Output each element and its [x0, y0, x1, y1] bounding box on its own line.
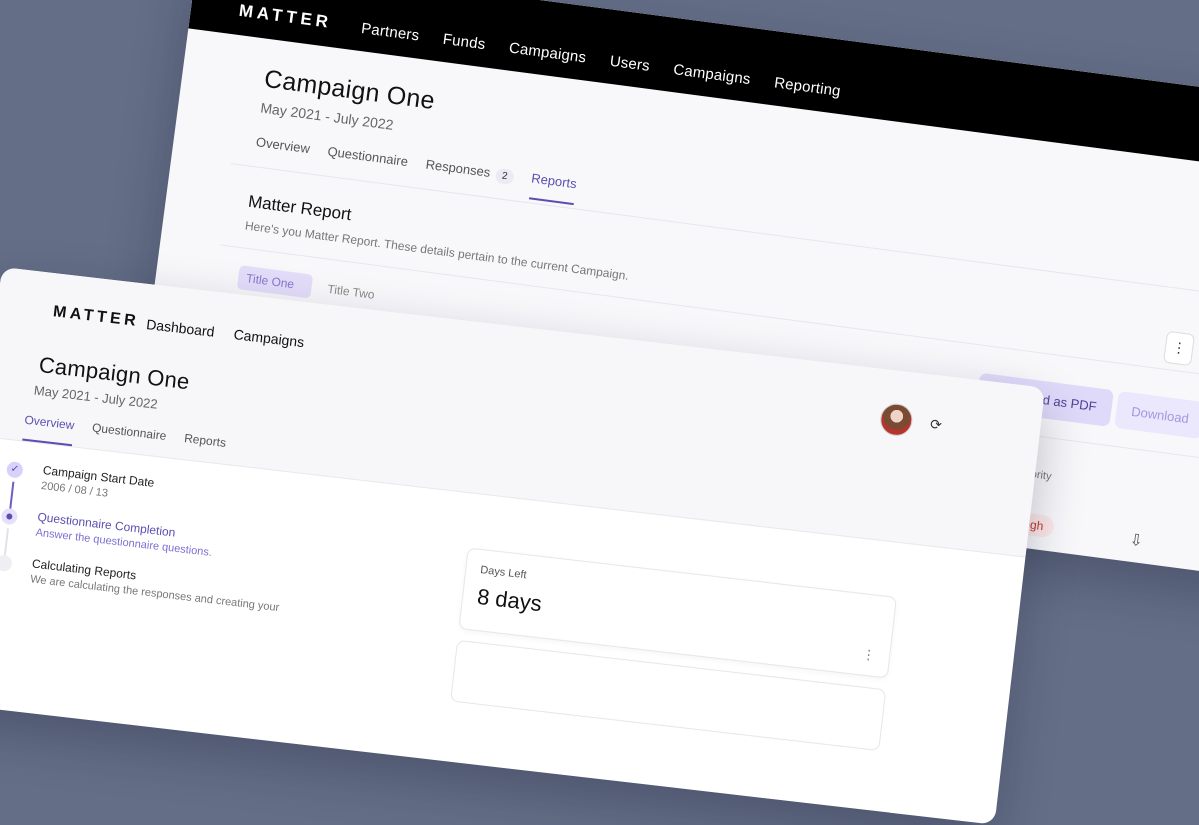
- pending-step-icon: [0, 554, 13, 573]
- tab-responses-label: Responses: [424, 156, 492, 180]
- nav-campaigns[interactable]: Campaigns: [233, 326, 305, 350]
- nav-campaigns[interactable]: Campaigns: [508, 39, 587, 66]
- check-icon: ✓: [5, 460, 24, 479]
- nav-partners[interactable]: Partners: [360, 20, 420, 44]
- matter-logo: MATTER: [52, 303, 141, 331]
- matter-logo: MATTER: [237, 0, 334, 32]
- kebab-menu-icon[interactable]: ⋮: [861, 646, 876, 663]
- days-left-label: Days Left: [479, 564, 528, 582]
- tab-reports[interactable]: Reports: [182, 431, 226, 464]
- nav-dashboard[interactable]: Dashboard: [145, 316, 215, 340]
- report-tab-title-two[interactable]: Title Two: [327, 282, 376, 302]
- tab-reports[interactable]: Reports: [528, 170, 578, 206]
- responses-count-badge: 2: [495, 167, 515, 186]
- avatar[interactable]: [878, 402, 915, 438]
- logout-icon[interactable]: ⟳: [929, 416, 942, 434]
- tab-overview[interactable]: Overview: [253, 134, 311, 170]
- cloud-download-icon[interactable]: ⇩: [1128, 530, 1144, 552]
- kebab-menu-icon: ⋮: [1171, 338, 1188, 357]
- nav-reporting[interactable]: Reporting: [773, 74, 841, 100]
- current-step-icon: [0, 507, 19, 526]
- more-options-button[interactable]: ⋮: [1163, 330, 1196, 367]
- nav-funds[interactable]: Funds: [442, 31, 487, 53]
- days-left-value: 8 days: [475, 583, 544, 617]
- tab-overview[interactable]: Overview: [22, 412, 76, 447]
- tab-questionnaire[interactable]: Questionnaire: [90, 420, 167, 456]
- campaign-timeline: ✓ Campaign Start Date 2006 / 08 / 13 Que…: [0, 459, 425, 647]
- campaign-tabs: Overview Questionnaire Reports: [22, 412, 227, 464]
- nav-campaigns-2[interactable]: Campaigns: [672, 61, 751, 88]
- campaign-tabs: Overview Questionnaire Responses 2 Report…: [253, 134, 578, 206]
- download-button[interactable]: Download: [1114, 390, 1199, 440]
- report-tab-title-one[interactable]: Title One: [236, 265, 314, 299]
- nav-users[interactable]: Users: [609, 53, 651, 75]
